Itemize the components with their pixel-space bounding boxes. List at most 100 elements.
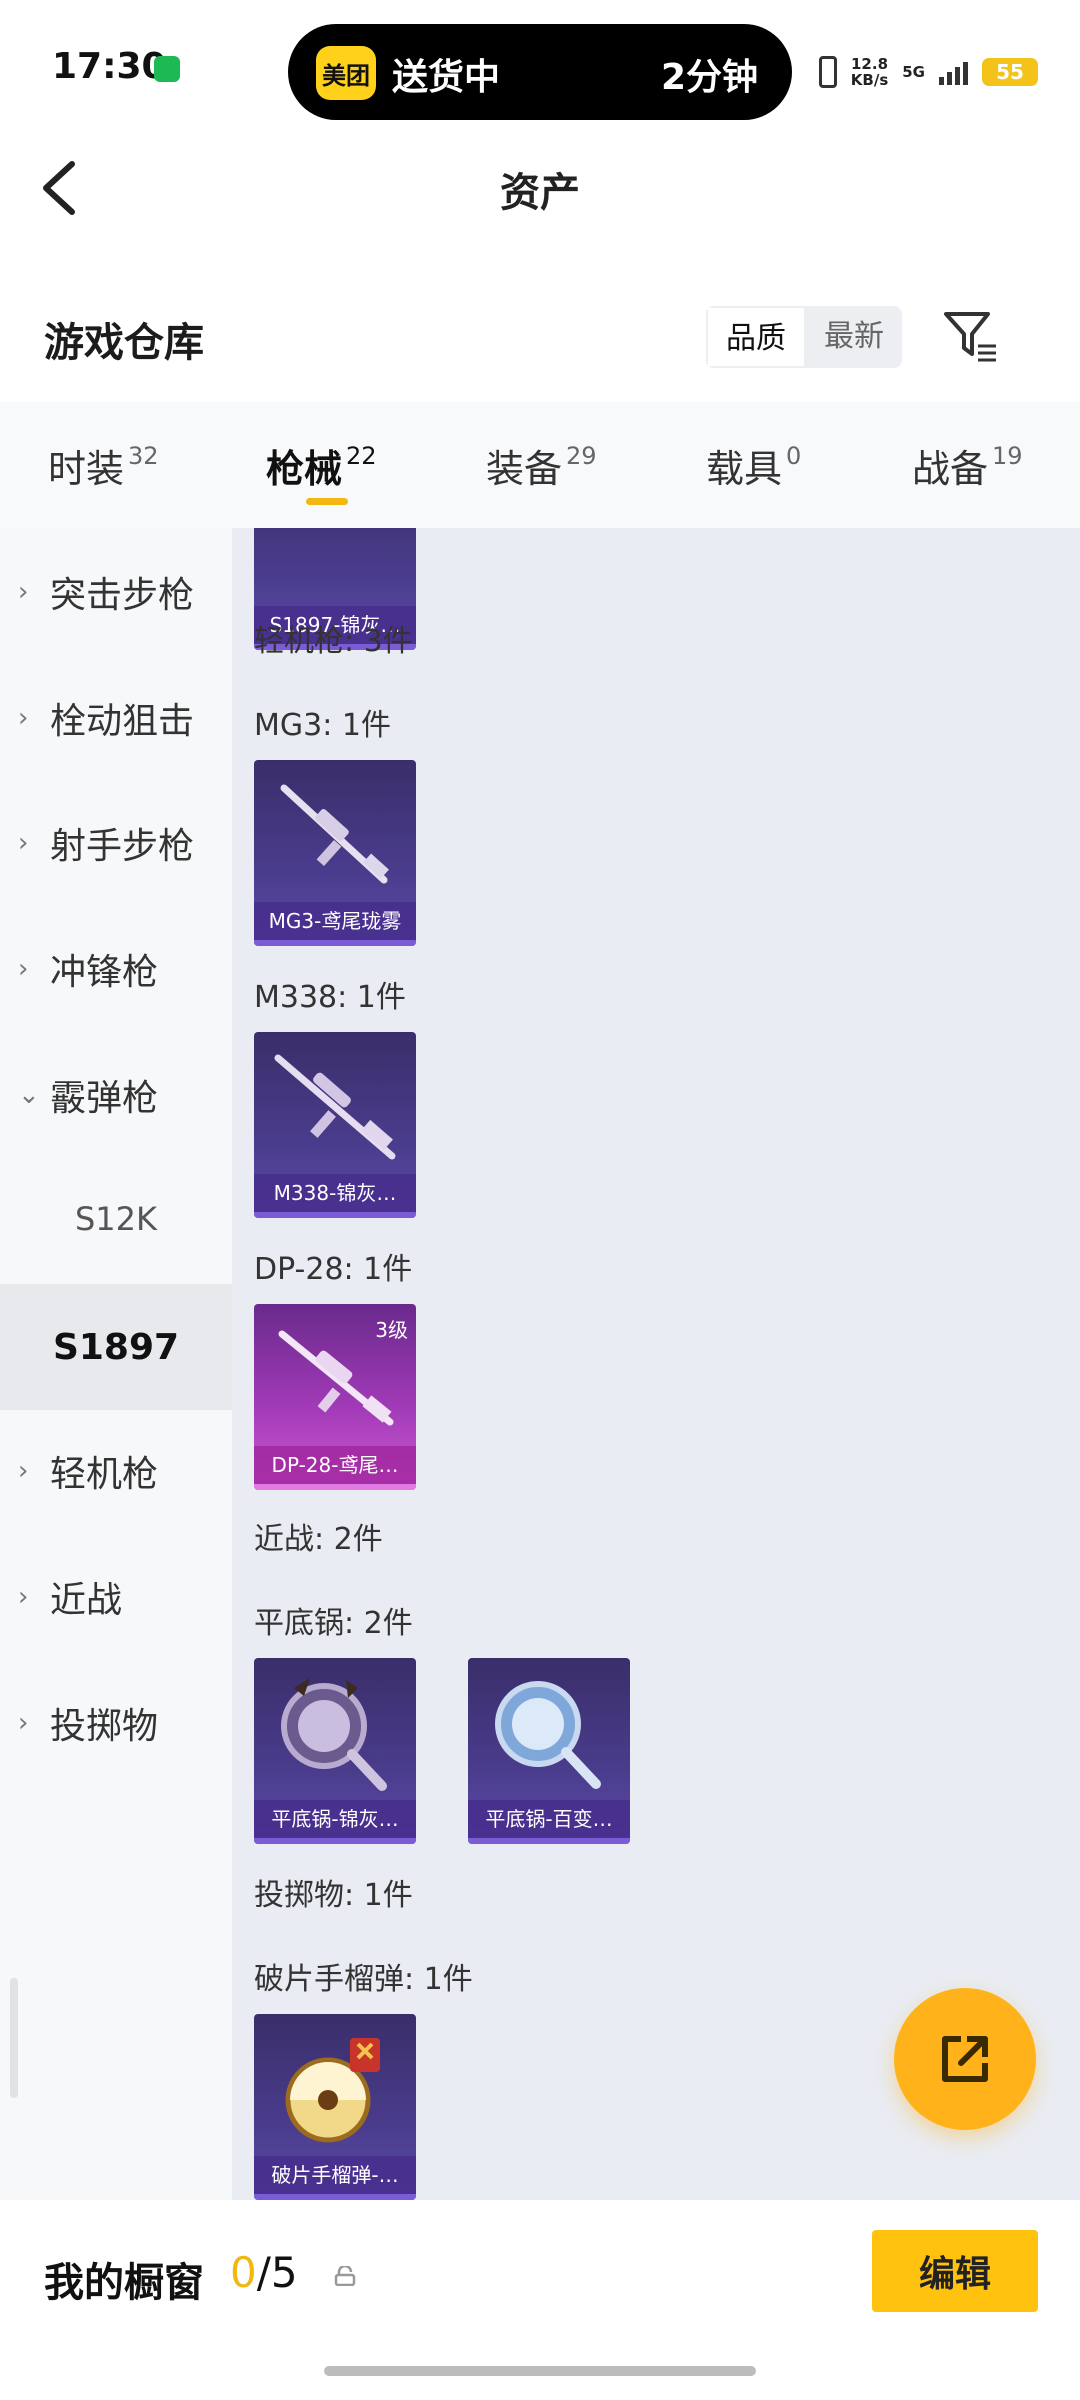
chevron-down-icon: ⌄ xyxy=(18,1080,40,1110)
tab-fashion[interactable]: 时装 32 xyxy=(48,438,159,493)
showcase-count: 0/5 xyxy=(230,2248,298,2297)
item-grid: S1897-锦灰… 轻机枪: 3件 MG3: 1件 MG3-鸢尾珑雾 M338:… xyxy=(232,528,1080,2200)
chevron-right-icon: › xyxy=(18,1456,29,1486)
tab-label: 枪械 xyxy=(266,447,343,491)
warehouse-header: 游戏仓库 品质 最新 xyxy=(0,250,1080,402)
sidebar-item-label: 突击步枪 xyxy=(50,575,195,616)
showcase-current: 0 xyxy=(230,2248,257,2297)
sidebar-item-label: 霰弹枪 xyxy=(50,1078,159,1119)
category-tabs: 时装 32 枪械 22 装备 29 载具 0 战备 19 xyxy=(0,402,1080,528)
battery-icon: 55 xyxy=(982,58,1038,86)
sidebar-scrollbar[interactable] xyxy=(10,1978,18,2098)
tab-count: 29 xyxy=(566,442,597,471)
sidebar-item-label: 投掷物 xyxy=(50,1706,159,1747)
sort-latest-button[interactable]: 最新 xyxy=(806,306,902,368)
tab-vehicles[interactable]: 载具 0 xyxy=(706,438,801,493)
tab-count: 19 xyxy=(992,442,1023,471)
category-count: 轻机枪: 3件 xyxy=(254,624,413,659)
tab-label: 装备 xyxy=(486,447,563,491)
weapon-type-sidebar: › 突击步枪 › 栓动狙击 › 射手步枪 › 冲锋枪 ⌄ 霰弹枪 S12K S1897 ›… xyxy=(0,528,232,2200)
chevron-right-icon: › xyxy=(18,828,29,858)
sidebar-item-label: 栓动狙击 xyxy=(50,701,195,742)
item-card[interactable]: 破片手榴弹-… xyxy=(254,2014,416,2200)
tab-label: 载具 xyxy=(706,447,783,491)
chevron-right-icon: › xyxy=(18,1582,29,1612)
active-tab-indicator xyxy=(306,498,348,505)
sidebar-item-label: 射手步枪 xyxy=(50,826,195,867)
sidebar-item-throwables[interactable]: › 投掷物 xyxy=(0,1660,232,1786)
item-card[interactable]: 3级 DP-28-鸢尾… xyxy=(254,1304,416,1490)
sidebar-item-assault-rifle[interactable]: › 突击步枪 xyxy=(0,529,232,655)
lock-icon xyxy=(334,2266,356,2286)
weapon-count: 破片手榴弹: 1件 xyxy=(254,1962,473,1997)
share-floating-button[interactable] xyxy=(894,1988,1036,2130)
item-card[interactable]: 平底锅-百变… xyxy=(468,1658,630,1844)
network-speed: 12.8 KB/s xyxy=(851,56,888,88)
showcase-label: 我的橱窗 xyxy=(44,2260,204,2306)
home-indicator[interactable] xyxy=(324,2366,756,2376)
edit-button[interactable]: 编辑 xyxy=(872,2230,1038,2312)
category-count: 近战: 2件 xyxy=(254,1522,383,1557)
sidebar-item-bolt-sniper[interactable]: › 栓动狙击 xyxy=(0,655,232,781)
external-share-icon xyxy=(942,2036,988,2082)
sidebar-item-marksman-rifle[interactable]: › 射手步枪 xyxy=(0,780,232,906)
item-name: M338-锦灰… xyxy=(254,1174,416,1212)
status-indicators: 12.8 KB/s 5G 55 xyxy=(818,50,1038,94)
weapon-count: MG3: 1件 xyxy=(254,708,391,743)
network-type: 5G xyxy=(902,63,925,81)
sidebar-item-smg[interactable]: › 冲锋枪 xyxy=(0,906,232,1032)
page-title: 资产 xyxy=(500,170,580,216)
tab-label: 战备 xyxy=(912,447,989,491)
frying-pan-icon xyxy=(281,1678,387,1791)
card-rarity-bar xyxy=(468,1838,630,1844)
delivery-eta: 2分钟 xyxy=(660,57,758,98)
card-rarity-bar xyxy=(254,940,416,946)
item-level: 3级 xyxy=(375,1318,408,1342)
category-count: 投掷物: 1件 xyxy=(254,1878,413,1913)
chevron-right-icon: › xyxy=(18,1708,29,1738)
speed-unit: KB/s xyxy=(850,71,889,89)
sidebar-item-label: 近战 xyxy=(50,1580,123,1621)
tab-supplies[interactable]: 战备 19 xyxy=(912,438,1023,493)
sidebar-item-melee[interactable]: › 近战 xyxy=(0,1534,232,1660)
showcase-total: /5 xyxy=(256,2248,298,2297)
delivery-status: 送货中 xyxy=(392,57,501,98)
sort-quality-button[interactable]: 品质 xyxy=(706,306,806,368)
weapon-count: M338: 1件 xyxy=(254,980,406,1015)
sidebar-item-label: 冲锋枪 xyxy=(50,952,159,993)
filter-icon xyxy=(944,312,996,362)
sidebar-item-label: S1897 xyxy=(52,1326,180,1368)
frying-pan-icon xyxy=(495,1681,601,1789)
filter-button[interactable] xyxy=(940,306,1000,366)
card-rarity-bar xyxy=(254,1484,416,1490)
weapon-count: DP-28: 1件 xyxy=(254,1252,413,1287)
tab-firearms[interactable]: 枪械 22 xyxy=(266,438,377,493)
sidebar-item-shotgun[interactable]: ⌄ 霰弹枪 xyxy=(0,1032,232,1158)
item-card[interactable]: MG3-鸢尾珑雾 xyxy=(254,760,416,946)
vibrate-icon xyxy=(818,56,837,88)
speed-value: 12.8 xyxy=(851,55,889,73)
chevron-right-icon: › xyxy=(18,703,29,733)
chevron-right-icon: › xyxy=(18,577,29,607)
tab-equipment[interactable]: 装备 29 xyxy=(486,438,597,493)
status-bar: 17:30 美团 送货中 2分钟 12.8 KB/s 5G 55 xyxy=(0,0,1080,130)
item-card[interactable]: 平底锅-锦灰… xyxy=(254,1658,416,1844)
item-card[interactable]: M338-锦灰… xyxy=(254,1032,416,1218)
sort-toggle: 品质 最新 xyxy=(706,306,902,368)
sidebar-subitem-s1897[interactable]: S1897 xyxy=(0,1284,232,1410)
card-rarity-bar xyxy=(254,1838,416,1844)
card-rarity-bar xyxy=(254,1212,416,1218)
sidebar-subitem-s12k[interactable]: S12K xyxy=(0,1156,232,1282)
tab-count: 0 xyxy=(786,442,802,471)
sniper-rifle-icon xyxy=(274,1054,396,1160)
dynamic-island-delivery[interactable]: 美团 送货中 2分钟 xyxy=(288,24,792,120)
meituan-logo-icon: 美团 xyxy=(316,46,376,100)
music-app-icon xyxy=(154,56,180,82)
item-name: MG3-鸢尾珑雾 xyxy=(254,902,416,940)
sidebar-item-label: S12K xyxy=(74,1200,157,1238)
sidebar-item-lmg[interactable]: › 轻机枪 xyxy=(0,1408,232,1534)
weapon-count: 平底锅: 2件 xyxy=(254,1606,413,1641)
item-name: 破片手榴弹-… xyxy=(254,2156,416,2194)
item-name: 平底锅-锦灰… xyxy=(254,1800,416,1838)
section-title: 游戏仓库 xyxy=(44,320,204,366)
